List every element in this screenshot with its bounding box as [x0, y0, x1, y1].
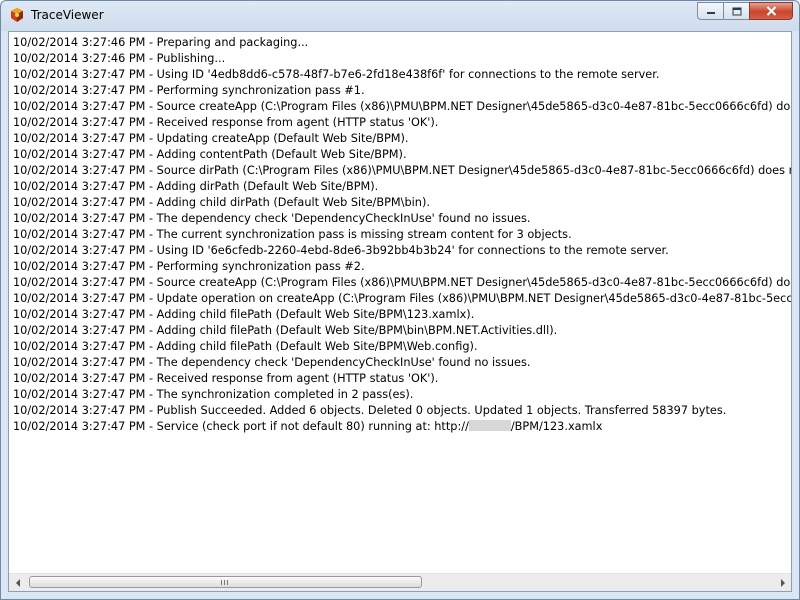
minimize-button[interactable] — [697, 2, 723, 20]
log-line: 10/02/2014 3:27:47 PM - Adding dirPath (… — [13, 180, 379, 193]
log-line: 10/02/2014 3:27:47 PM - Received respons… — [13, 116, 439, 129]
log-line: 10/02/2014 3:27:47 PM - The dependency c… — [13, 212, 531, 225]
log-line: 10/02/2014 3:27:47 PM - Performing synch… — [13, 260, 365, 273]
arrow-left-icon — [15, 578, 20, 587]
log-line: 10/02/2014 3:27:47 PM - Source dirPath (… — [13, 164, 791, 177]
log-line: 10/02/2014 3:27:47 PM - Adding child fil… — [13, 308, 475, 321]
log-line: 10/02/2014 3:27:47 PM - Adding contentPa… — [13, 148, 407, 161]
client-area: 10/02/2014 3:27:46 PM - Preparing and pa… — [8, 31, 792, 592]
log-line: 10/02/2014 3:27:46 PM - Preparing and pa… — [13, 36, 309, 49]
title-bar[interactable]: TraceViewer — [1, 1, 799, 31]
log-line: 10/02/2014 3:27:47 PM - Using ID '6e6cfe… — [13, 244, 669, 257]
scrollbar-thumb[interactable] — [29, 576, 422, 588]
log-view[interactable]: 10/02/2014 3:27:46 PM - Preparing and pa… — [9, 32, 791, 574]
log-line: 10/02/2014 3:27:46 PM - Publishing... — [13, 52, 226, 65]
log-line-last-suffix: /BPM/123.xamlx — [510, 420, 603, 433]
log-line: 10/02/2014 3:27:47 PM - Using ID '4edb8d… — [13, 68, 660, 81]
traceviewer-app-icon — [11, 8, 23, 22]
arrow-right-icon — [780, 578, 785, 587]
log-line: 10/02/2014 3:27:47 PM - Publish Succeede… — [13, 404, 727, 417]
log-line: 10/02/2014 3:27:47 PM - Adding child fil… — [13, 324, 558, 337]
close-button[interactable] — [749, 2, 793, 20]
log-lines: 10/02/2014 3:27:46 PM - Preparing and pa… — [13, 35, 791, 435]
log-line: 10/02/2014 3:27:47 PM - Performing synch… — [13, 84, 365, 97]
log-line: 10/02/2014 3:27:47 PM - Update operation… — [13, 292, 791, 305]
horizontal-scrollbar[interactable] — [9, 573, 791, 591]
log-line-last: 10/02/2014 3:27:47 PM - Service (check p… — [13, 419, 791, 435]
maximize-button[interactable] — [723, 2, 749, 20]
scroll-left-button[interactable] — [9, 574, 26, 591]
log-line: 10/02/2014 3:27:47 PM - The synchronizat… — [13, 388, 414, 401]
log-line: 10/02/2014 3:27:47 PM - Adding child fil… — [13, 340, 478, 353]
minimize-icon — [706, 12, 715, 14]
close-icon — [766, 6, 776, 16]
grip-icon — [221, 580, 228, 585]
log-line: 10/02/2014 3:27:47 PM - Source createApp… — [13, 100, 791, 113]
maximize-icon — [732, 7, 741, 15]
log-line: 10/02/2014 3:27:47 PM - The dependency c… — [13, 356, 531, 369]
log-line: 10/02/2014 3:27:47 PM - Updating createA… — [13, 132, 409, 145]
scroll-right-button[interactable] — [774, 574, 791, 591]
traceviewer-window: TraceViewer 10/02/2014 3:27:46 PM - Prep… — [0, 0, 800, 600]
log-line-last-prefix: 10/02/2014 3:27:47 PM - Service (check p… — [13, 420, 469, 433]
window-title: TraceViewer — [31, 8, 104, 22]
log-line: 10/02/2014 3:27:47 PM - Source createApp… — [13, 276, 791, 289]
log-line: 10/02/2014 3:27:47 PM - The current sync… — [13, 228, 572, 241]
log-line: 10/02/2014 3:27:47 PM - Received respons… — [13, 372, 439, 385]
log-line: 10/02/2014 3:27:47 PM - Adding child dir… — [13, 196, 430, 209]
caption-buttons — [697, 2, 793, 20]
redacted-host — [468, 420, 511, 431]
